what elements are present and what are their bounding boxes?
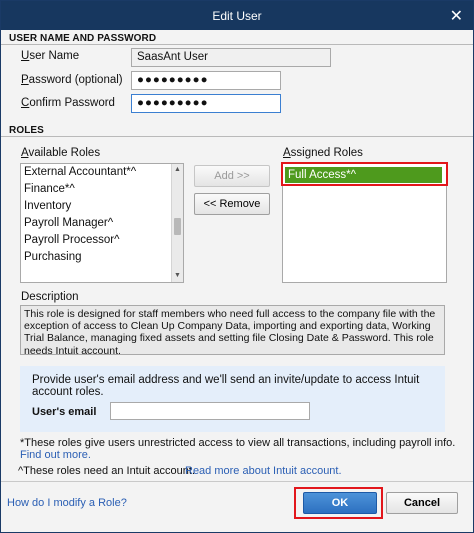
credentials-heading: USER NAME AND PASSWORD — [9, 33, 157, 44]
credentials-divider — [1, 44, 473, 45]
footer-divider — [1, 481, 473, 482]
available-roles-label: Available Roles — [21, 147, 101, 159]
email-label: User's email — [32, 406, 97, 418]
assigned-roles-label: Assigned Roles — [283, 147, 363, 159]
user-name-input[interactable]: SaasAnt User — [131, 48, 331, 67]
roles-divider — [1, 136, 473, 137]
list-item[interactable]: Payroll Processor^ — [21, 232, 183, 249]
available-roles-list[interactable]: External Accountant*^ Finance*^ Inventor… — [20, 163, 184, 283]
user-name-label: User Name — [21, 50, 80, 62]
invite-text: Provide user's email address and we'll s… — [32, 374, 420, 398]
close-icon[interactable]: ✕ — [450, 6, 463, 26]
list-item[interactable]: Payroll Manager^ — [21, 215, 183, 232]
password-label: Password (optional) — [21, 74, 123, 86]
description-label: Description — [21, 291, 79, 303]
remove-role-button[interactable]: << Remove — [194, 193, 270, 215]
read-more-link[interactable]: Read more about Intuit account. — [185, 465, 342, 477]
add-role-button[interactable]: Add >> — [194, 165, 270, 187]
description-text: This role is designed for staff members … — [20, 305, 445, 357]
edit-user-dialog: Edit User ✕ USER NAME AND PASSWORD User … — [0, 0, 474, 533]
unrestricted-note: *These roles give users unrestricted acc… — [20, 437, 456, 449]
scroll-thumb[interactable] — [174, 218, 181, 235]
confirm-password-input[interactable]: ●●●●●●●●● — [131, 94, 281, 113]
invite-panel: Provide user's email address and we'll s… — [20, 366, 445, 432]
scroll-down-icon[interactable]: ▼ — [172, 270, 183, 282]
list-item[interactable]: Purchasing — [21, 249, 183, 266]
list-item[interactable]: External Accountant*^ — [21, 164, 183, 181]
intuit-account-note: ^These roles need an Intuit account. — [18, 465, 195, 477]
list-item[interactable]: Inventory — [21, 198, 183, 215]
scroll-up-icon[interactable]: ▲ — [172, 164, 183, 176]
cancel-button[interactable]: Cancel — [386, 492, 458, 514]
find-out-more-link[interactable]: Find out more. — [20, 449, 91, 461]
title-bar: Edit User ✕ — [1, 1, 473, 30]
confirm-password-label: Confirm Password — [21, 97, 115, 109]
password-input[interactable]: ●●●●●●●●● — [131, 71, 281, 90]
email-input[interactable] — [110, 402, 310, 420]
list-item[interactable]: Finance*^ — [21, 181, 183, 198]
highlight-box-assigned-role — [281, 162, 448, 186]
help-link[interactable]: How do I modify a Role? — [7, 497, 127, 509]
roles-heading: ROLES — [9, 125, 44, 136]
highlight-box-ok — [294, 487, 383, 519]
available-roles-scrollbar[interactable]: ▲ ▼ — [171, 164, 183, 282]
window-title: Edit User — [212, 9, 262, 23]
